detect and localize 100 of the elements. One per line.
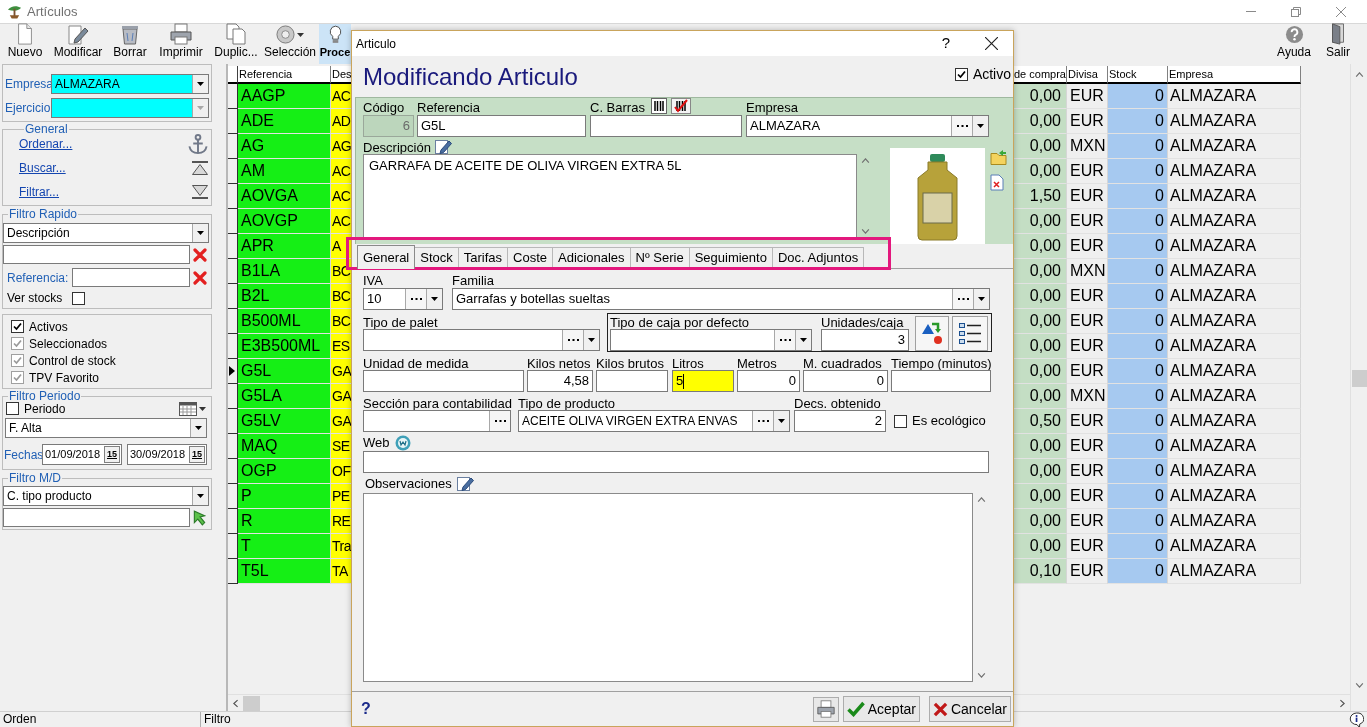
scroll-down-icon[interactable] [1354, 683, 1364, 688]
tab[interactable]: General [357, 245, 416, 269]
row-header[interactable] [228, 109, 238, 134]
scroll-right-icon[interactable] [1340, 698, 1345, 708]
measure-field[interactable] [363, 370, 524, 392]
bottom-arrow-icon[interactable] [191, 185, 209, 199]
barcode-icon[interactable] [650, 98, 667, 114]
scroll-up-icon[interactable] [1354, 72, 1364, 77]
tab[interactable]: Tarifas [458, 247, 509, 268]
row-header[interactable] [228, 309, 238, 334]
calendar-button[interactable]: 15 [189, 446, 205, 463]
toolbar-button[interactable]: Ayuda [1274, 24, 1314, 64]
info-icon[interactable] [1349, 711, 1364, 727]
browse-button[interactable] [774, 330, 795, 350]
family-combo[interactable]: Garrafas y botellas sueltas [452, 288, 990, 310]
browse-button[interactable] [405, 289, 426, 309]
row-header[interactable] [228, 234, 238, 259]
clear-icon[interactable] [193, 247, 207, 262]
row-header[interactable] [228, 384, 238, 409]
browse-button[interactable] [752, 411, 773, 431]
link[interactable]: Filtrar... [19, 183, 59, 201]
measure-field[interactable] [891, 370, 991, 392]
help-button[interactable]: ? [931, 32, 961, 55]
measure-field[interactable]: 0 [803, 370, 888, 392]
delete-file-icon[interactable] [990, 174, 1004, 191]
decimals-field[interactable]: 2 [794, 410, 886, 432]
dropdown-button[interactable] [795, 330, 811, 350]
checkbox[interactable] [954, 68, 968, 81]
checkbox[interactable] [11, 320, 24, 333]
dropdown-button[interactable] [583, 330, 599, 350]
field-select[interactable]: Descripción [3, 223, 209, 243]
anchor-icon[interactable] [187, 133, 209, 155]
tab[interactable]: Doc. Adjuntos [772, 247, 865, 268]
restore-icon[interactable] [1290, 6, 1301, 17]
description-field[interactable]: GARRAFA DE ACEITE DE OLIVA VIRGEN EXTRA 5L [363, 154, 857, 238]
row-header[interactable] [228, 84, 238, 109]
search-field[interactable] [3, 245, 190, 264]
globe-icon[interactable] [394, 434, 411, 451]
company-combo[interactable]: ALMAZARA [746, 115, 989, 137]
toolbar-button[interactable]: Selección [262, 24, 318, 64]
checkbox[interactable] [6, 402, 19, 415]
barcode-field[interactable] [590, 115, 742, 137]
date-field[interactable]: 30/09/2018 15 [127, 444, 207, 465]
column-header[interactable]: Divisa [1067, 66, 1108, 84]
row-header[interactable] [228, 209, 238, 234]
accounting-field[interactable] [363, 410, 511, 432]
toolbar-button[interactable]: Duplic... [210, 24, 262, 64]
row-header[interactable] [228, 434, 238, 459]
scroll-up-icon[interactable] [977, 497, 986, 502]
measure-field[interactable]: 4,58 [527, 370, 593, 392]
measure-field[interactable]: 5 [672, 370, 734, 392]
tab[interactable]: Coste [508, 247, 554, 268]
tab[interactable]: Seguimiento [689, 247, 773, 268]
checkbox[interactable] [72, 291, 85, 305]
scrollbar-thumb[interactable] [243, 695, 260, 711]
browse-button[interactable] [489, 411, 510, 431]
link[interactable]: Buscar... [19, 159, 66, 177]
toolbar-button[interactable]: Proce [319, 24, 351, 64]
pallet-combo[interactable] [363, 329, 600, 351]
vat-combo[interactable]: 10 [363, 288, 443, 310]
filter-field[interactable] [3, 508, 190, 527]
company-combo[interactable]: ALMAZARA [51, 74, 209, 94]
arrow-icon[interactable] [193, 509, 206, 526]
column-header[interactable]: Empresa [1168, 66, 1301, 84]
dropdown-button[interactable] [190, 419, 206, 437]
top-arrow-icon[interactable] [191, 161, 209, 175]
browse-button[interactable] [952, 289, 973, 309]
dialog-button[interactable]: Aceptar [842, 696, 920, 722]
toolbar-button[interactable]: Salir [1318, 24, 1358, 64]
dropdown-button[interactable] [192, 224, 208, 242]
clear-icon[interactable] [193, 270, 207, 285]
units-field[interactable]: 3 [821, 329, 909, 351]
browse-button[interactable] [951, 116, 972, 136]
scrollbar-thumb[interactable] [1351, 370, 1367, 387]
row-header[interactable] [228, 259, 238, 284]
dialog-button[interactable]: Cancelar [928, 696, 1011, 722]
measure-field[interactable]: 0 [737, 370, 800, 392]
dropdown-button[interactable] [972, 116, 988, 136]
dropdown-button[interactable] [773, 411, 789, 431]
box-type-combo[interactable] [610, 329, 812, 351]
shapes-button[interactable] [915, 316, 949, 351]
row-header[interactable] [228, 159, 238, 184]
row-header[interactable] [228, 284, 238, 309]
scroll-up-icon[interactable] [861, 158, 870, 163]
column-header[interactable]: Des [331, 66, 352, 84]
toolbar-button[interactable]: Modificar [48, 24, 108, 64]
dropdown-button[interactable] [973, 289, 989, 309]
row-header[interactable] [228, 334, 238, 359]
column-header[interactable]: de compra [1013, 66, 1067, 84]
notes-field[interactable] [363, 493, 973, 682]
web-field[interactable] [363, 451, 989, 473]
dropdown-button[interactable] [192, 487, 208, 505]
column-header[interactable]: Referencia [238, 66, 331, 84]
calendar-icon[interactable] [179, 401, 197, 416]
reference-field[interactable]: G5L [417, 115, 586, 137]
reference-field[interactable] [72, 268, 190, 287]
list-button[interactable] [952, 316, 988, 351]
row-header[interactable] [228, 134, 238, 159]
pencil-icon[interactable] [434, 140, 452, 154]
checkbox[interactable] [894, 414, 907, 428]
